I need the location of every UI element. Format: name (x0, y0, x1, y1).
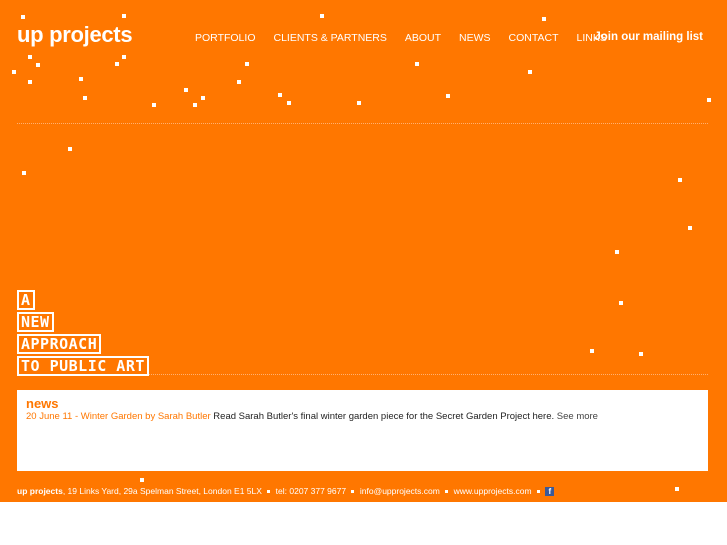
tagline-line: APPROACH (17, 334, 102, 354)
decor-dot (278, 93, 282, 97)
decor-dot (542, 17, 546, 21)
decor-dot (678, 178, 682, 182)
nav-news[interactable]: NEWS (459, 32, 491, 44)
separator (267, 490, 271, 494)
tagline-line: TO PUBLIC ART (17, 356, 149, 376)
site-logo[interactable]: up projects (17, 22, 133, 48)
decor-dot (140, 478, 144, 482)
news-heading: news (26, 396, 59, 411)
footer-address: , 19 Links Yard, 29a Spelman Street, Lon… (62, 486, 262, 496)
decor-dot (675, 487, 679, 491)
news-item: 20 June 11 - Winter Garden by Sarah Butl… (26, 411, 598, 422)
separator (351, 490, 355, 494)
decor-dot (615, 250, 619, 254)
decor-dot (115, 62, 119, 66)
decor-dot (28, 55, 32, 59)
footer-email-link[interactable]: info@upprojects.com (360, 486, 440, 496)
decor-dot (245, 62, 249, 66)
facebook-icon[interactable]: f (545, 487, 555, 497)
decor-dot (201, 96, 205, 100)
decor-dot (152, 103, 156, 107)
decor-dot (122, 14, 126, 18)
decor-dot (287, 101, 291, 105)
decor-dot (320, 14, 324, 18)
decor-dot (21, 15, 25, 19)
decor-dot (193, 103, 197, 107)
page-background: up projects PORTFOLIO CLIENTS & PARTNERS… (0, 0, 727, 502)
decor-dot (357, 101, 361, 105)
footer-tel: tel: 0207 377 9677 (275, 486, 347, 496)
mailing-list-link[interactable]: Join our mailing list (594, 31, 703, 43)
tagline: A NEW APPROACH TO PUBLIC ART (17, 290, 149, 378)
decor-dot (12, 70, 16, 74)
footer: up projects, 19 Links Yard, 29a Spelman … (17, 486, 555, 497)
news-item-text: Read Sarah Butler's final winter garden … (210, 411, 557, 422)
decor-dot (619, 301, 623, 305)
decor-dot (184, 88, 188, 92)
decor-dot (79, 77, 83, 81)
decor-dot (68, 147, 72, 151)
decor-dot (707, 98, 711, 102)
decor-dot (237, 80, 241, 84)
decor-dot (528, 70, 532, 74)
decor-dot (639, 352, 643, 356)
news-panel: news 20 June 11 - Winter Garden by Sarah… (17, 390, 708, 471)
footer-name: up projects (17, 486, 63, 496)
decor-dot (590, 349, 594, 353)
tagline-line: NEW (17, 312, 54, 332)
separator (536, 490, 540, 494)
news-item-link[interactable]: 20 June 11 - Winter Garden by Sarah Butl… (26, 411, 211, 422)
tagline-line: A (17, 290, 35, 310)
main-nav: PORTFOLIO CLIENTS & PARTNERS ABOUT NEWS … (195, 32, 625, 44)
nav-clients-partners[interactable]: CLIENTS & PARTNERS (273, 32, 386, 44)
decor-dot (446, 94, 450, 98)
decor-dot (22, 171, 26, 175)
separator (445, 490, 449, 494)
decor-dot (28, 80, 32, 84)
footer-web-link[interactable]: www.upprojects.com (454, 486, 532, 496)
decor-dot (36, 63, 40, 67)
nav-contact[interactable]: CONTACT (509, 32, 559, 44)
divider (17, 123, 708, 124)
nav-about[interactable]: ABOUT (405, 32, 441, 44)
decor-dot (415, 62, 419, 66)
decor-dot (83, 96, 87, 100)
decor-dot (122, 55, 126, 59)
see-more-link[interactable]: See more (557, 411, 598, 422)
nav-portfolio[interactable]: PORTFOLIO (195, 32, 255, 44)
decor-dot (688, 226, 692, 230)
